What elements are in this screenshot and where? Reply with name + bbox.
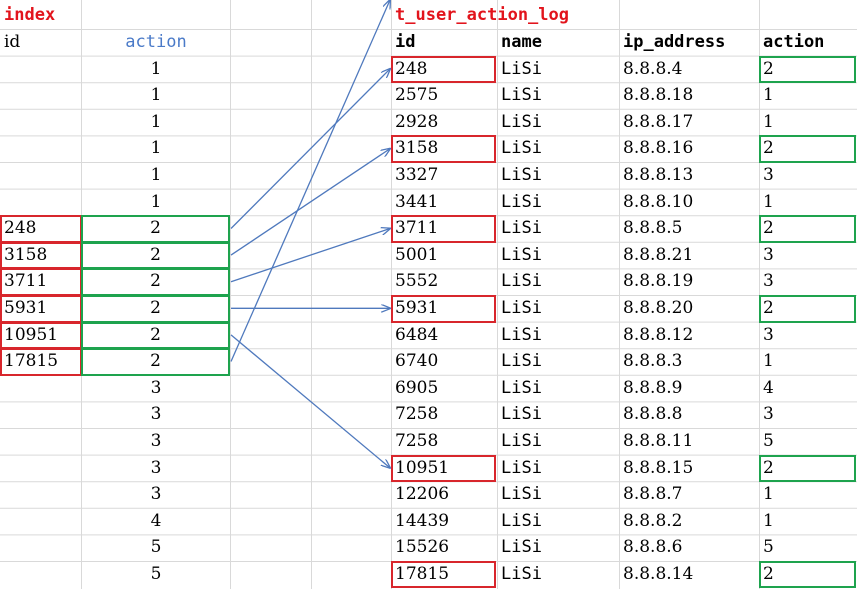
link-arrow xyxy=(230,0,390,362)
link-arrow xyxy=(230,69,390,229)
link-arrows xyxy=(230,0,857,589)
link-arrow xyxy=(230,334,390,468)
link-arrow xyxy=(230,149,390,256)
link-arrow xyxy=(230,229,390,283)
